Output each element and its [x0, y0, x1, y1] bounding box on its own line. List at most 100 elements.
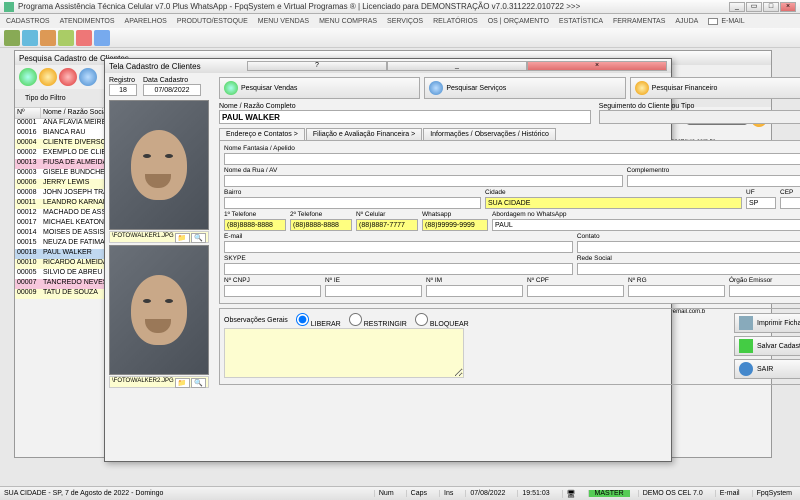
dialog-close-button[interactable]: × — [527, 61, 667, 71]
photo2-zoom-icon[interactable]: 🔍 — [191, 378, 206, 388]
client-form: Pesquisar Vendas Pesquisar Serviços Pesq… — [213, 73, 800, 461]
status-system[interactable]: FpqSystem — [752, 490, 796, 497]
dialog-help-button[interactable]: ? — [247, 61, 387, 71]
rede-social-input[interactable] — [577, 263, 800, 275]
salvar-cadastro-button[interactable]: Salvar Cadastro — [734, 336, 800, 356]
close-button[interactable]: × — [780, 2, 796, 12]
filter-type-label: Tipo do Filtro — [25, 95, 66, 102]
tb-icon-4[interactable] — [58, 30, 74, 46]
bloquear-radio[interactable]: BLOQUEAR — [415, 313, 469, 328]
menu-atendimentos[interactable]: ATENDIMENTOS — [60, 18, 115, 25]
rua-input[interactable] — [224, 175, 623, 187]
restringir-radio[interactable]: RESTRINGIR — [349, 313, 407, 328]
pesquisar-servicos-button[interactable]: Pesquisar Serviços — [424, 77, 625, 99]
sales-icon — [224, 81, 238, 95]
tab-informacoes[interactable]: Informações / Observações / Histórico — [423, 128, 556, 140]
menu-email[interactable]: E-MAIL — [708, 18, 744, 25]
menu-produto[interactable]: PRODUTO/ESTOQUE — [177, 18, 248, 25]
tb-icon-6[interactable] — [94, 30, 110, 46]
finance-icon — [635, 81, 649, 95]
exit-icon[interactable] — [79, 68, 97, 86]
exit-icon — [739, 362, 753, 376]
tb-icon-1[interactable] — [4, 30, 20, 46]
status-location: SUA CIDADE - SP, 7 de Agosto de 2022 - D… — [4, 490, 163, 497]
registro-input[interactable] — [109, 84, 137, 96]
menu-cadastros[interactable]: CADASTROS — [6, 18, 50, 25]
photo1-zoom-icon[interactable]: 🔍 — [191, 233, 206, 243]
uf-input[interactable] — [746, 197, 776, 209]
apelido-input[interactable] — [224, 153, 800, 165]
pesquisar-financeiro-button[interactable]: Pesquisar Financeiro — [630, 77, 800, 99]
menu-ajuda[interactable]: AJUDA — [675, 18, 698, 25]
delete-icon[interactable] — [59, 68, 77, 86]
photo1-path: \FOTO\WALKER1.JPG — [112, 233, 174, 241]
tb-icon-2[interactable] — [22, 30, 38, 46]
im-input[interactable] — [426, 285, 523, 297]
services-icon — [429, 81, 443, 95]
dialog-minimize-button[interactable]: _ — [387, 61, 527, 71]
tab-endereco[interactable]: Endereço e Contatos > — [219, 128, 305, 140]
complemento-input[interactable] — [627, 175, 800, 187]
pesquisar-vendas-button[interactable]: Pesquisar Vendas — [219, 77, 420, 99]
skype-input[interactable] — [224, 263, 573, 275]
tb-icon-3[interactable] — [40, 30, 56, 46]
telefone1-input[interactable] — [224, 219, 286, 231]
liberar-radio[interactable]: LIBERAR — [296, 313, 341, 328]
status-bar: SUA CIDADE - SP, 7 de Agosto de 2022 - D… — [0, 486, 800, 500]
app-icon — [4, 2, 14, 12]
imprimir-ficha-button[interactable]: Imprimir Ficha — [734, 313, 800, 333]
telefone2-input[interactable] — [290, 219, 352, 231]
celular-input[interactable] — [356, 219, 418, 231]
photo1-browse-icon[interactable]: 📁 — [175, 233, 190, 243]
client-photo-2 — [109, 245, 209, 375]
window-title: Programa Assistência Técnica Celular v7.… — [18, 2, 729, 11]
menu-aparelhos[interactable]: APARELHOS — [125, 18, 167, 25]
cidade-input[interactable] — [485, 197, 742, 209]
sair-button[interactable]: SAIR — [734, 359, 800, 379]
minimize-button[interactable]: _ — [729, 2, 745, 12]
restore-button[interactable]: ▭ — [746, 2, 762, 12]
data-cadastro-input[interactable] — [143, 84, 201, 96]
status-time: 19:51:03 — [517, 490, 553, 497]
maximize-button[interactable]: □ — [763, 2, 779, 12]
abordagem-input[interactable] — [492, 219, 800, 231]
tab-filiacao[interactable]: Filiação e Avaliação Financeira > — [306, 128, 422, 140]
email-input[interactable] — [224, 241, 573, 253]
status-email[interactable]: E-mail — [715, 490, 744, 497]
add-icon[interactable] — [19, 68, 37, 86]
orgao-emissor-input[interactable] — [729, 285, 800, 297]
menu-estatistica[interactable]: ESTATÍSTICA — [559, 18, 603, 25]
cep-input[interactable] — [780, 197, 800, 209]
menu-os[interactable]: OS | ORÇAMENTO — [488, 18, 549, 25]
ie-input[interactable] — [325, 285, 422, 297]
contato-input[interactable] — [577, 241, 800, 253]
nome-razao-input[interactable] — [219, 110, 591, 124]
menu-compras[interactable]: MENU COMPRAS — [319, 18, 377, 25]
window-titlebar: Programa Assistência Técnica Celular v7.… — [0, 0, 800, 14]
menu-servicos[interactable]: SERVIÇOS — [387, 18, 423, 25]
menu-vendas[interactable]: MENU VENDAS — [258, 18, 309, 25]
rg-input[interactable] — [628, 285, 725, 297]
bairro-input[interactable] — [224, 197, 481, 209]
observacoes-textarea[interactable] — [224, 328, 464, 378]
cnpj-input[interactable] — [224, 285, 321, 297]
cpf-input[interactable] — [527, 285, 624, 297]
dialog-titlebar: Tela Cadastro de Clientes ? _ × — [105, 59, 671, 73]
whatsapp-input[interactable] — [422, 219, 488, 231]
print-icon — [739, 316, 753, 330]
photo2-browse-icon[interactable]: 📁 — [175, 378, 190, 388]
client-form-dialog: Tela Cadastro de Clientes ? _ × Registro… — [104, 58, 672, 462]
seguimento-select[interactable] — [599, 110, 800, 124]
photo-panel: Registro Data Cadastro \FOTO\WALKER1.JPG… — [105, 73, 213, 461]
client-photo-1 — [109, 100, 209, 230]
status-num: Num — [374, 490, 398, 497]
form-tabs: Endereço e Contatos > Filiação e Avaliaç… — [219, 128, 800, 140]
email-icon — [708, 18, 718, 25]
observacoes-section: Observações Gerais LIBERAR RESTRINGIR BL… — [219, 308, 800, 385]
status-date: 07/08/2022 — [465, 490, 509, 497]
menu-relatorios[interactable]: RELATÓRIOS — [433, 18, 478, 25]
status-ins: Ins — [439, 490, 457, 497]
menu-ferramentas[interactable]: FERRAMENTAS — [613, 18, 665, 25]
edit-icon[interactable] — [39, 68, 57, 86]
tb-icon-5[interactable] — [76, 30, 92, 46]
